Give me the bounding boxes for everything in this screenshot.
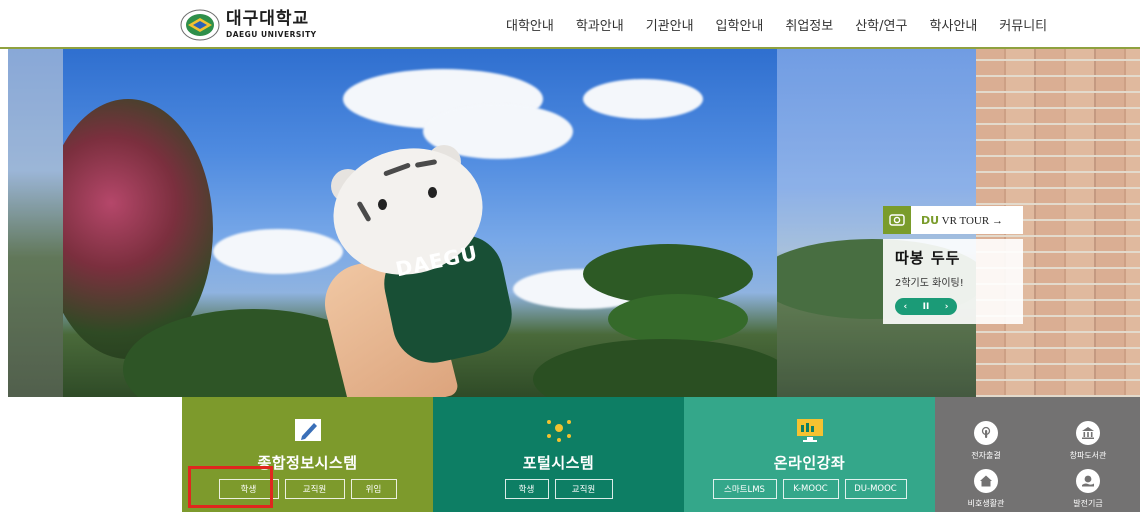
quick-link-label: 비호생활관 xyxy=(967,499,1005,508)
slider-controls: ‹ II › xyxy=(895,298,957,315)
pine-tree-canopy xyxy=(608,294,748,344)
online-courses-buttons: 스마트LMS K-MOOC DU-MOOC xyxy=(684,479,935,499)
slider-prev-button[interactable]: ‹ xyxy=(897,302,913,312)
previous-slide-preview[interactable] xyxy=(8,49,63,397)
slider-pause-button[interactable]: II xyxy=(918,302,934,312)
slider-next-button[interactable]: › xyxy=(939,302,955,312)
portal-student-button[interactable]: 학생 xyxy=(504,479,549,499)
portal-staff-button[interactable]: 교직원 xyxy=(554,479,613,499)
nav-item-research[interactable]: 산학/연구 xyxy=(855,15,907,34)
home-icon xyxy=(974,469,998,493)
quick-link-library[interactable]: 창파도서관 xyxy=(1037,421,1139,461)
site-header: 대구대학교 DAEGU UNIVERSITY 대학안내 학과안내 기관안내 입학… xyxy=(0,0,1140,49)
quick-link-dormitory[interactable]: 비호생활관 xyxy=(935,469,1037,509)
k-mooc-button[interactable]: K-MOOC xyxy=(782,479,839,499)
quick-link-development-fund[interactable]: 발전기금 xyxy=(1037,469,1139,509)
pencil-icon xyxy=(292,417,324,443)
library-icon xyxy=(1076,421,1100,445)
vr-tour-label: DU VR TOUR → xyxy=(921,214,1003,227)
nav-item-academics[interactable]: 학사안내 xyxy=(929,15,977,34)
network-icon xyxy=(543,417,575,443)
main-navigation: 대학안내 학과안내 기관안내 입학안내 취업정보 산학/연구 학사안내 커뮤니티 xyxy=(506,15,1069,34)
general-delegate-button[interactable]: 위임 xyxy=(350,479,397,499)
vr-tour-text: VR TOUR → xyxy=(941,214,1003,227)
nav-item-careers[interactable]: 취업정보 xyxy=(785,15,833,34)
general-staff-button[interactable]: 교직원 xyxy=(284,479,345,499)
online-courses-title: 온라인강좌 xyxy=(773,454,846,472)
nav-item-departments[interactable]: 학과안내 xyxy=(576,15,624,34)
logo-name-en: DAEGU UNIVERSITY xyxy=(226,30,317,40)
vr-tour-button[interactable]: DU VR TOUR → xyxy=(883,206,1023,234)
nav-item-admissions[interactable]: 입학안내 xyxy=(716,15,764,34)
vr-camera-icon xyxy=(883,206,911,234)
portal-system-buttons: 학생 교직원 xyxy=(433,479,684,499)
nav-item-institutions[interactable]: 기관안내 xyxy=(646,15,694,34)
touch-icon xyxy=(974,421,998,445)
online-courses-panel: 온라인강좌 스마트LMS K-MOOC DU-MOOC xyxy=(684,397,935,512)
mascot-eye xyxy=(428,187,437,198)
monitor-icon xyxy=(794,417,826,443)
cloud-shape xyxy=(213,229,343,274)
quick-link-label: 전자출결 xyxy=(971,451,1001,460)
nav-item-community[interactable]: 커뮤니티 xyxy=(999,15,1047,34)
slide-caption: 따봉 두두 2학기도 화이팅! ‹ II › xyxy=(883,239,1023,324)
slide-caption-subtitle: 2학기도 화이팅! xyxy=(895,278,964,289)
donation-icon xyxy=(1076,469,1100,493)
quick-link-e-attendance[interactable]: 전자출결 xyxy=(935,421,1037,461)
logo-name-kr: 대구대학교 xyxy=(226,9,310,30)
du-mooc-button[interactable]: DU-MOOC xyxy=(844,479,907,499)
logo-text: 대구대학교 DAEGU UNIVERSITY xyxy=(226,11,317,39)
smart-lms-button[interactable]: 스마트LMS xyxy=(712,479,777,499)
portal-system-title: 포털시스템 xyxy=(522,454,595,472)
vr-tour-brand: DU xyxy=(921,213,940,227)
portal-system-panel: 포털시스템 학생 교직원 xyxy=(433,397,684,512)
mascot-eye xyxy=(378,199,387,210)
quick-link-label: 발전기금 xyxy=(1073,499,1103,508)
student-button-highlight xyxy=(188,466,273,508)
cloud-shape xyxy=(583,79,703,119)
slide-caption-title: 따봉 두두 xyxy=(895,249,961,267)
pine-tree-canopy xyxy=(533,339,777,397)
university-logo[interactable]: 대구대학교 DAEGU UNIVERSITY xyxy=(180,9,317,41)
quick-link-label: 창파도서관 xyxy=(1069,451,1107,460)
current-slide-image: DAEGU xyxy=(63,49,777,397)
quick-links-panel: 전자출결 창파도서관 비호생활관 발전기금 xyxy=(935,397,1140,512)
university-emblem-icon xyxy=(180,9,220,41)
nav-item-about[interactable]: 대학안내 xyxy=(506,15,554,34)
